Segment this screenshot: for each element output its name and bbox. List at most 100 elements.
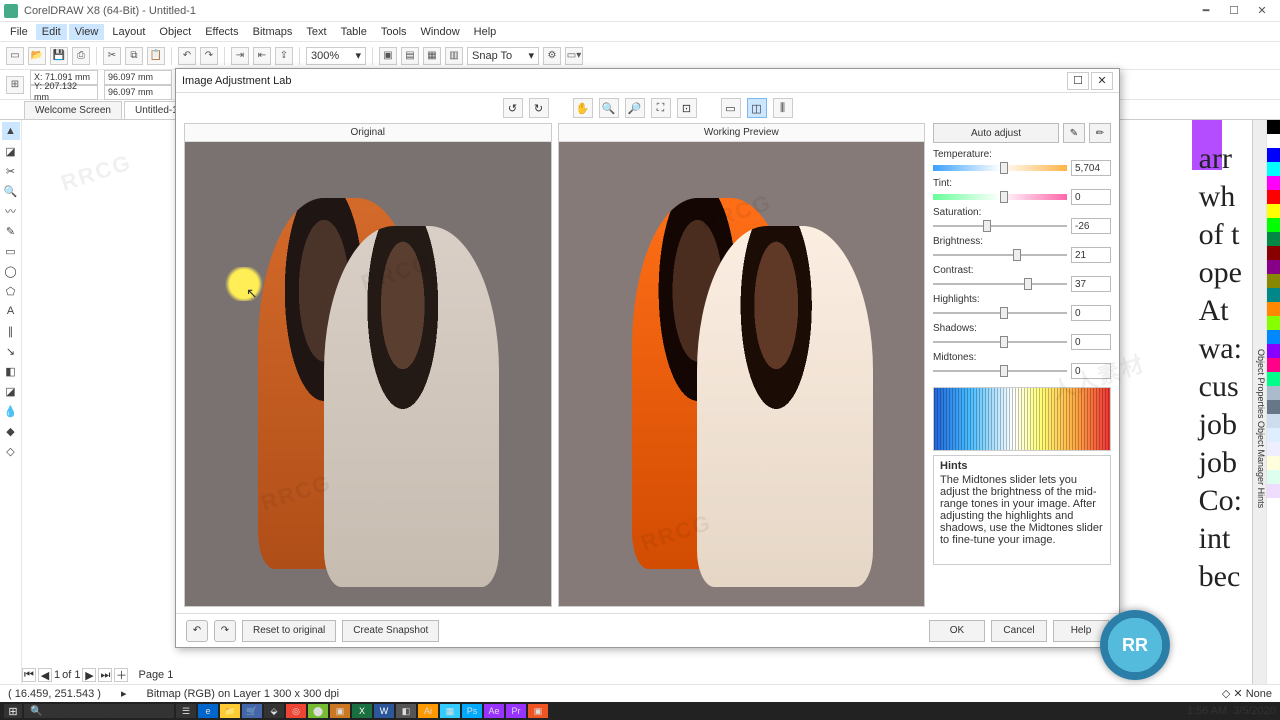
before-after-preview-icon[interactable]: ◫ <box>747 98 767 118</box>
close-button[interactable]: ✕ <box>1248 2 1276 20</box>
color-swatch[interactable] <box>1267 218 1280 232</box>
publish-icon[interactable]: ⇪ <box>275 47 293 65</box>
new-icon[interactable]: ▭ <box>6 47 24 65</box>
color-swatch[interactable] <box>1267 232 1280 246</box>
reset-button[interactable]: Reset to original <box>242 620 336 642</box>
menu-object[interactable]: Object <box>153 24 197 40</box>
ellipse-tool-icon[interactable]: ◯ <box>2 262 20 280</box>
y-field[interactable]: Y: 207.132 mm <box>30 85 98 100</box>
taskbar-app-icon[interactable]: Ae <box>484 704 504 718</box>
menu-tools[interactable]: Tools <box>375 24 413 40</box>
fill-tool-icon[interactable]: ◆ <box>2 422 20 440</box>
tint-track[interactable] <box>933 193 1067 201</box>
taskbar-app-icon[interactable]: 🛒 <box>242 704 262 718</box>
black-point-icon[interactable]: ✏ <box>1089 123 1111 143</box>
saturation-value[interactable]: -26 <box>1071 218 1111 234</box>
white-point-icon[interactable]: ✎ <box>1063 123 1085 143</box>
rectangle-tool-icon[interactable]: ▭ <box>2 242 20 260</box>
freehand-tool-icon[interactable]: 〰 <box>2 202 20 220</box>
single-preview-icon[interactable]: ▭ <box>721 98 741 118</box>
shadows-value[interactable]: 0 <box>1071 334 1111 350</box>
taskbar-app-icon[interactable]: e <box>198 704 218 718</box>
rotate-ccw-icon[interactable]: ↺ <box>503 98 523 118</box>
h-field[interactable]: 96.097 mm <box>104 85 172 100</box>
first-page-icon[interactable]: ⏮ <box>22 668 36 682</box>
rulers-icon[interactable]: ▤ <box>401 47 419 65</box>
cancel-button[interactable]: Cancel <box>991 620 1047 642</box>
taskbar-app-icon[interactable]: ◧ <box>396 704 416 718</box>
menu-help[interactable]: Help <box>468 24 503 40</box>
temperature-value[interactable]: 5,704 <box>1071 160 1111 176</box>
menu-bitmaps[interactable]: Bitmaps <box>247 24 299 40</box>
working-image[interactable] <box>559 142 925 606</box>
zoom-100-icon[interactable]: ⊡ <box>677 98 697 118</box>
auto-adjust-button[interactable]: Auto adjust <box>933 123 1059 143</box>
contrast-value[interactable]: 37 <box>1071 276 1111 292</box>
w-field[interactable]: 96.097 mm <box>104 70 172 85</box>
undo-icon[interactable]: ↶ <box>178 47 196 65</box>
taskbar-app-icon[interactable]: Ai <box>418 704 438 718</box>
outline-tool-icon[interactable]: ◇ <box>2 442 20 460</box>
color-swatch[interactable] <box>1267 330 1280 344</box>
zoom-in-icon[interactable]: 🔍 <box>599 98 619 118</box>
artistic-tool-icon[interactable]: ✎ <box>2 222 20 240</box>
dialog-maximize-button[interactable]: ☐ <box>1067 72 1089 90</box>
fullscreen-icon[interactable]: ▣ <box>379 47 397 65</box>
task-view-icon[interactable]: ☰ <box>176 704 196 718</box>
open-icon[interactable]: 📂 <box>28 47 46 65</box>
color-swatch[interactable] <box>1267 386 1280 400</box>
color-swatch[interactable] <box>1267 246 1280 260</box>
taskbar-app-icon[interactable]: Ps <box>462 704 482 718</box>
color-swatch[interactable] <box>1267 470 1280 484</box>
contrast-track[interactable] <box>933 280 1067 288</box>
color-swatch[interactable] <box>1267 344 1280 358</box>
page-tab[interactable]: Page 1 <box>138 669 173 681</box>
taskbar-app-icon[interactable]: 📁 <box>220 704 240 718</box>
text-tool-icon[interactable]: A <box>2 302 20 320</box>
tab-welcome[interactable]: Welcome Screen <box>24 101 122 119</box>
taskbar-app-icon[interactable]: ⬙ <box>264 704 284 718</box>
print-icon[interactable]: ⎙ <box>72 47 90 65</box>
menu-text[interactable]: Text <box>300 24 332 40</box>
minimize-button[interactable]: ━ <box>1192 2 1220 20</box>
system-tray[interactable]: 1:56 AM 3/5/2020 <box>1187 705 1276 717</box>
taskbar-app-icon[interactable]: X <box>352 704 372 718</box>
snapshot-button[interactable]: Create Snapshot <box>342 620 439 642</box>
original-image[interactable] <box>185 142 551 606</box>
dialog-close-button[interactable]: ✕ <box>1091 72 1113 90</box>
taskbar-app-icon[interactable]: ▣ <box>528 704 548 718</box>
color-swatch[interactable] <box>1267 120 1280 134</box>
redo-icon[interactable]: ↷ <box>200 47 218 65</box>
color-swatch[interactable] <box>1267 372 1280 386</box>
parallel-tool-icon[interactable]: ∥ <box>2 322 20 340</box>
shape-tool-icon[interactable]: ◪ <box>2 142 20 160</box>
zoom-fit-icon[interactable]: ⛶ <box>651 98 671 118</box>
color-swatch[interactable] <box>1267 442 1280 456</box>
menu-effects[interactable]: Effects <box>199 24 244 40</box>
highlights-track[interactable] <box>933 309 1067 317</box>
copy-icon[interactable]: ⧉ <box>125 47 143 65</box>
cut-icon[interactable]: ✂ <box>103 47 121 65</box>
ok-button[interactable]: OK <box>929 620 985 642</box>
options-icon[interactable]: ⚙ <box>543 47 561 65</box>
split-preview-icon[interactable]: ⫼ <box>773 98 793 118</box>
color-swatch[interactable] <box>1267 428 1280 442</box>
menu-edit[interactable]: Edit <box>36 24 67 40</box>
docker-tabs[interactable]: Object Properties Object Manager Hints <box>1252 120 1266 698</box>
color-swatch[interactable] <box>1267 358 1280 372</box>
zoom-out-icon[interactable]: 🔎 <box>625 98 645 118</box>
connector-tool-icon[interactable]: ↘ <box>2 342 20 360</box>
color-swatch[interactable] <box>1267 302 1280 316</box>
rotate-cw-icon[interactable]: ↻ <box>529 98 549 118</box>
save-icon[interactable]: 💾 <box>50 47 68 65</box>
search-input[interactable]: 🔍 Ask me anything <box>24 704 174 718</box>
taskbar-app-icon[interactable]: Pr <box>506 704 526 718</box>
polygon-tool-icon[interactable]: ⬠ <box>2 282 20 300</box>
color-swatch[interactable] <box>1267 190 1280 204</box>
pick-tool-icon[interactable]: ▲ <box>2 122 20 140</box>
zoom-combo[interactable]: 300%▾ <box>306 47 366 65</box>
highlights-value[interactable]: 0 <box>1071 305 1111 321</box>
tint-value[interactable]: 0 <box>1071 189 1111 205</box>
menu-file[interactable]: File <box>4 24 34 40</box>
brightness-value[interactable]: 21 <box>1071 247 1111 263</box>
